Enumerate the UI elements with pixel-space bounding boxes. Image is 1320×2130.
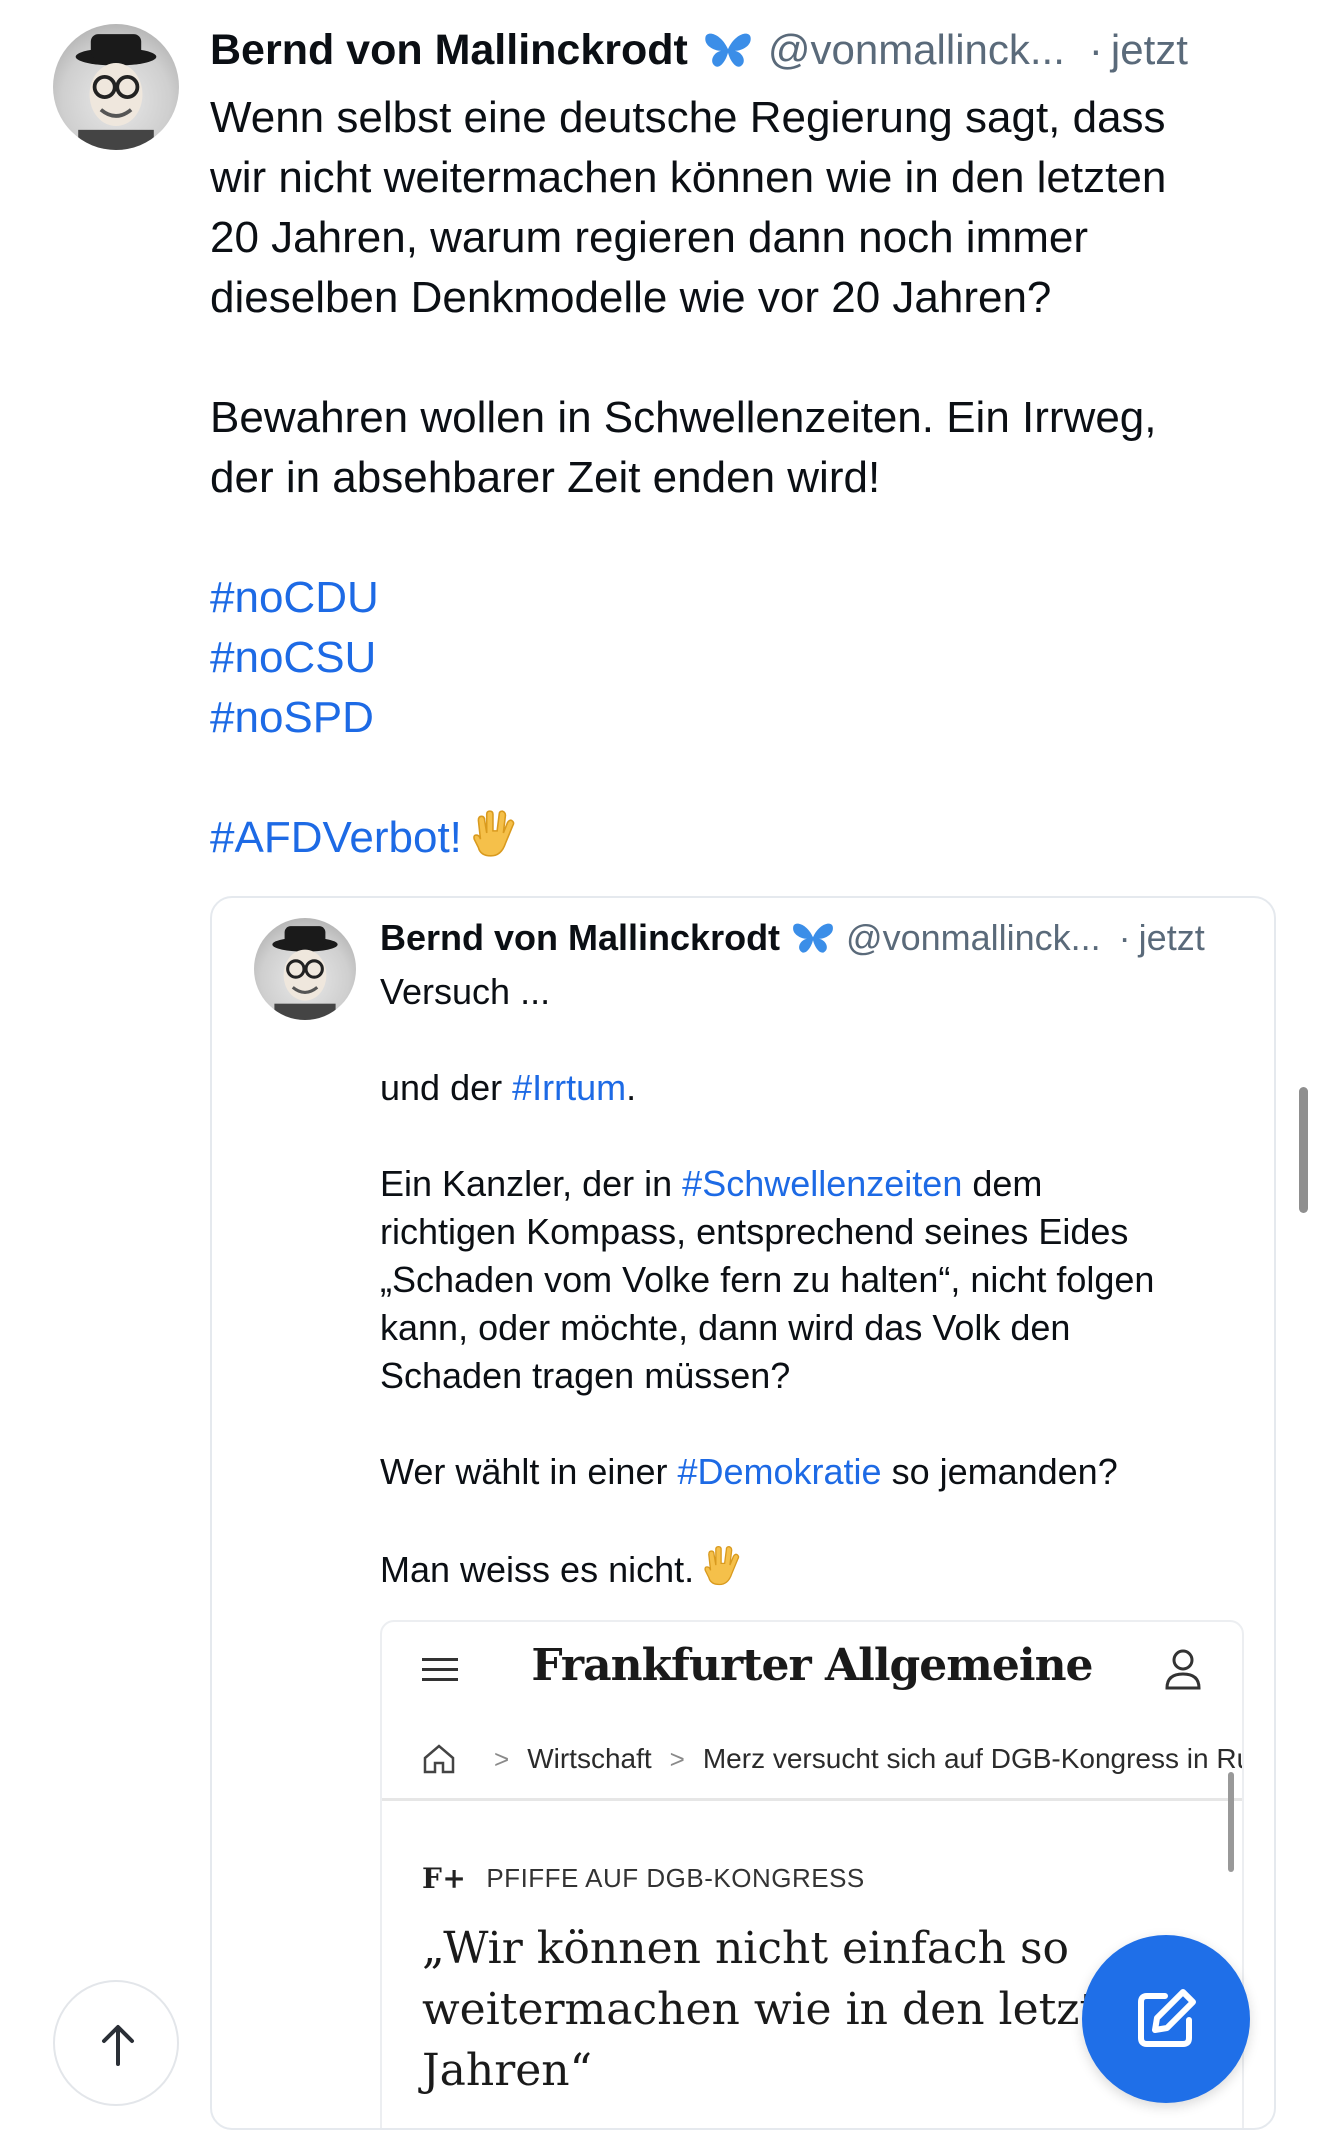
- quoted-post-text: Versuch ... und der #Irrtum. Ein Kanzler…: [380, 968, 1240, 1594]
- quote-line: richtigen Kompass, entsprechend seines E…: [380, 1211, 1129, 1252]
- quoted-post-card[interactable]: Bernd von Mallinckrodt @vonmallinck... ·…: [210, 896, 1276, 2130]
- quote-text: Wer wählt in einer: [380, 1451, 678, 1492]
- compose-button[interactable]: [1082, 1935, 1250, 2103]
- author-avatar[interactable]: [53, 24, 179, 150]
- quoted-author-handle[interactable]: @vonmallinck...: [846, 917, 1101, 959]
- author-handle[interactable]: @vonmallinck...: [768, 26, 1065, 74]
- arrow-up-icon: [102, 2025, 134, 2066]
- breadcrumb-item: Wirtschaft: [527, 1743, 652, 1774]
- vulcan-salute-icon: [473, 810, 515, 857]
- butterfly-icon: [705, 33, 751, 67]
- avatar-portrait-icon: [272, 926, 338, 1020]
- hashtag-link[interactable]: #noCDU: [210, 573, 379, 622]
- quote-line: Schaden tragen müssen?: [380, 1355, 791, 1396]
- hashtag-link[interactable]: #noSPD: [210, 693, 374, 742]
- quoted-author-name[interactable]: Bernd von Mallinckrodt: [380, 917, 780, 959]
- author-name[interactable]: Bernd von Mallinckrodt: [210, 26, 688, 75]
- quote-text: Ein Kanzler, der in: [380, 1163, 683, 1204]
- post-text: Wenn selbst eine deutsche Regierung sagt…: [210, 88, 1290, 868]
- faz-plus-icon: F+: [422, 1862, 467, 1895]
- post-line: Wenn selbst eine deutsche Regierung sagt…: [210, 93, 1166, 142]
- post-line: 20 Jahren, warum regieren dann noch imme…: [210, 213, 1089, 262]
- page-scrollbar[interactable]: [1299, 1087, 1308, 1213]
- user-icon: [1165, 1649, 1201, 1690]
- quote-text: dem: [962, 1163, 1043, 1204]
- hashtag-link[interactable]: #Irrtum: [512, 1067, 626, 1108]
- quote-line: „Schaden vom Volke fern zu halten“, nich…: [380, 1259, 1155, 1300]
- breadcrumb-separator: >: [494, 1743, 510, 1774]
- vulcan-salute-icon: [704, 1545, 740, 1586]
- quote-text: .: [626, 1067, 637, 1108]
- post-line: wir nicht weitermachen können wie in den…: [210, 153, 1167, 202]
- butterfly-icon: [793, 923, 833, 953]
- avatar-portrait-icon: [75, 34, 157, 150]
- hashtag-link[interactable]: #Schwellenzeiten: [682, 1163, 962, 1204]
- quote-line: Versuch ...: [380, 971, 551, 1012]
- compose-icon: [1138, 1989, 1196, 2047]
- quoted-author-avatar[interactable]: [254, 918, 356, 1020]
- breadcrumb: > Wirtschaft > Merz versucht sich auf DG…: [422, 1734, 1244, 1784]
- post-timestamp[interactable]: jetzt: [1111, 26, 1188, 74]
- kicker-text: PFIFFE AUF DGB-KONGRESS: [486, 1863, 865, 1893]
- hashtag-link[interactable]: #Demokratie: [677, 1451, 881, 1492]
- separator-dot: ·: [1088, 26, 1103, 73]
- quoted-post-header: Bernd von Mallinckrodt @vonmallinck... ·…: [380, 910, 1260, 966]
- breadcrumb-separator: >: [669, 1743, 685, 1774]
- separator-dot: ·: [1118, 917, 1131, 958]
- quote-line: kann, oder möchte, dann wird das Volk de…: [380, 1307, 1071, 1348]
- post-header: Bernd von Mallinckrodt @vonmallinck... ·…: [210, 20, 1280, 80]
- divider: [382, 1798, 1242, 1801]
- faz-header: Frankfurter Allgemeine: [382, 1622, 1242, 1718]
- post-line: der in absehbarer Zeit enden wird!: [210, 453, 881, 502]
- post-line: dieselben Denkmodelle wie vor 20 Jahren?: [210, 273, 1052, 322]
- scroll-to-top-button[interactable]: [53, 1980, 179, 2106]
- quoted-post-timestamp[interactable]: jetzt: [1139, 917, 1205, 959]
- post-line: Bewahren wollen in Schwellenzeiten. Ein …: [210, 393, 1157, 442]
- hashtag-link[interactable]: #AFDVerbot!: [210, 813, 462, 862]
- article-kicker: F+ PFIFFE AUF DGB-KONGRESS: [422, 1862, 865, 1895]
- article-scrollbar: [1228, 1772, 1234, 1872]
- hashtag-link[interactable]: #noCSU: [210, 633, 376, 682]
- home-icon: [423, 1744, 455, 1774]
- quote-text: so jemanden?: [881, 1451, 1118, 1492]
- quote-text: und der: [380, 1067, 513, 1108]
- breadcrumb-item: Merz versucht sich auf DGB-Kongress in R…: [702, 1743, 1244, 1774]
- quote-line: Man weiss es nicht.: [380, 1549, 695, 1590]
- faz-logo: Frankfurter Allgemeine: [531, 1640, 1093, 1691]
